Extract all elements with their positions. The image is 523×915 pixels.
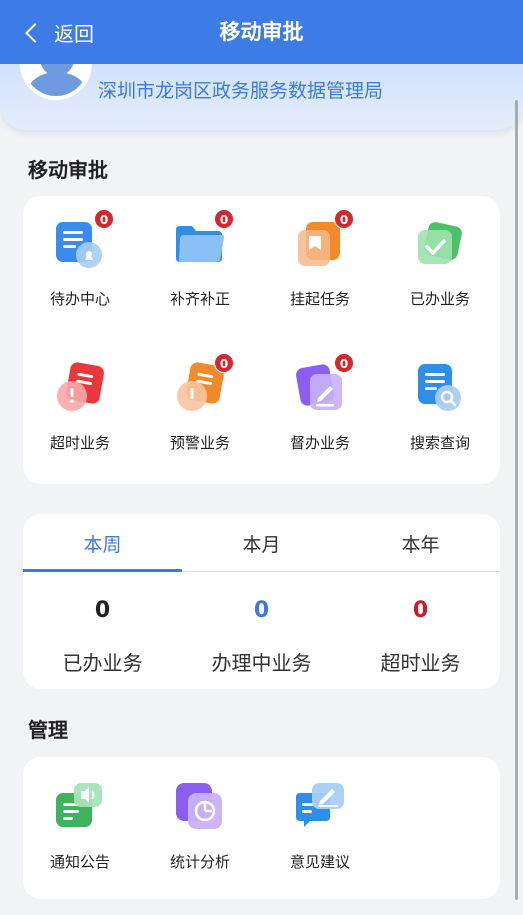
grid-item-label: 待办中心 — [49, 290, 110, 308]
grid-item-supervise[interactable]: 0 督办业务 — [265, 353, 375, 453]
manage-grid-card: 通知公告 统计分析 意见建议 — [23, 757, 500, 899]
badge-count: 0 — [214, 353, 234, 373]
organization-name: 深圳市龙岗区政务服务数据管理局 — [98, 80, 384, 102]
tab-month[interactable]: 本月 — [182, 530, 341, 557]
stat-in-progress[interactable]: 0 办理中业务 — [182, 598, 341, 676]
check-icon — [414, 218, 466, 270]
grid-item-label: 统计分析 — [169, 853, 230, 871]
stat-label: 办理中业务 — [211, 651, 312, 675]
active-tab-indicator — [23, 569, 182, 572]
tab-year[interactable]: 本年 — [341, 530, 500, 557]
notice-icon — [54, 781, 106, 833]
stats-card: 本周 本月 本年 0 已办业务 0 办理中业务 0 超时业务 — [23, 514, 500, 689]
grid-item-label: 补齐补正 — [169, 290, 230, 308]
stat-value: 0 — [412, 598, 429, 623]
warning-icon: 0 — [174, 353, 234, 414]
stat-value: 0 — [253, 598, 270, 623]
grid-item-pending[interactable]: 0 待办中心 — [25, 209, 135, 309]
grid-item-label: 挂起任务 — [289, 290, 350, 308]
grid-item-notice[interactable]: 通知公告 — [25, 781, 135, 872]
top-nav-bar: 返回 移动审批 — [0, 0, 523, 64]
stat-overtime[interactable]: 0 超时业务 — [341, 598, 500, 676]
feedback-icon — [294, 781, 346, 833]
stat-label: 已办业务 — [62, 651, 143, 675]
grid-item-completed[interactable]: 已办业务 — [385, 218, 495, 309]
grid-item-label: 超时业务 — [49, 434, 110, 452]
grid-item-overtime[interactable]: 超时业务 — [25, 362, 135, 453]
grid-item-label: 督办业务 — [289, 434, 350, 452]
supervise-icon: 0 — [294, 353, 354, 414]
section-title-manage: 管理 — [28, 718, 68, 742]
grid-item-label: 通知公告 — [49, 853, 110, 871]
grid-item-warning[interactable]: 0 预警业务 — [145, 353, 255, 453]
grid-item-label: 意见建议 — [289, 853, 350, 871]
section-title-approval: 移动审批 — [28, 158, 108, 182]
grid-item-feedback[interactable]: 意见建议 — [265, 781, 375, 872]
page-title: 移动审批 — [219, 20, 304, 44]
badge-count: 0 — [334, 353, 354, 373]
stat-value: 0 — [94, 598, 111, 623]
badge-count: 0 — [94, 209, 114, 229]
stat-completed[interactable]: 0 已办业务 — [23, 598, 182, 676]
folder-icon: 0 — [174, 209, 234, 270]
profile-banner: 深圳市龙岗区政务服务数据管理局 — [0, 56, 523, 130]
grid-item-label: 已办业务 — [409, 290, 470, 308]
grid-item-suspended[interactable]: 0 挂起任务 — [265, 209, 375, 309]
bookmark-icon: 0 — [294, 209, 354, 270]
grid-item-label: 预警业务 — [169, 434, 230, 452]
search-icon — [414, 362, 466, 414]
grid-item-label: 搜索查询 — [409, 434, 470, 452]
tab-week[interactable]: 本周 — [23, 530, 182, 557]
badge-count: 0 — [334, 209, 354, 229]
statistics-icon — [174, 781, 226, 833]
pending-icon: 0 — [54, 209, 114, 270]
scrollbar[interactable] — [515, 100, 518, 900]
grid-item-statistics[interactable]: 统计分析 — [145, 781, 255, 872]
stat-label: 超时业务 — [380, 651, 461, 675]
badge-count: 0 — [214, 209, 234, 229]
approval-grid-card: 0 待办中心 0 补齐补正 0 挂起任务 已办业务 超时业务 0 预警业务 0 … — [23, 196, 500, 484]
grid-item-supplement[interactable]: 0 补齐补正 — [145, 209, 255, 309]
overtime-icon — [54, 362, 106, 414]
period-tabs: 本周 本月 本年 — [23, 514, 500, 572]
grid-item-search[interactable]: 搜索查询 — [385, 362, 495, 453]
